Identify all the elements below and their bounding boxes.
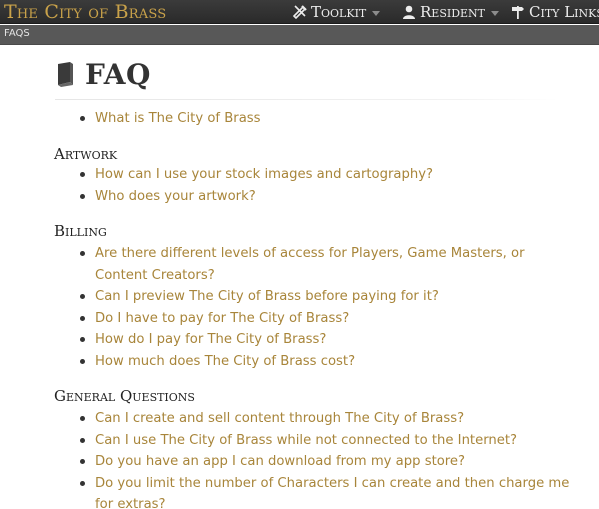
chevron-down-icon <box>491 10 500 16</box>
list-item: How do I pay for The City of Brass? <box>80 329 580 351</box>
nav-city-links-menu[interactable]: City Links <box>510 3 599 21</box>
section-heading-general-questions: General Questions <box>54 387 195 405</box>
top-navbar: The City of Brass Toolkit Resident City … <box>0 0 599 24</box>
list-item: How can I use your stock images and cart… <box>80 164 580 186</box>
nav-resident-menu[interactable]: Resident <box>401 3 500 21</box>
list-item: Can I create and sell content through Th… <box>80 408 580 430</box>
faq-link[interactable]: How do I pay for The City of Brass? <box>95 332 326 347</box>
faq-link[interactable]: Can I create and sell content through Th… <box>95 411 464 426</box>
list-item: Who does your artwork? <box>80 186 580 208</box>
book-icon <box>58 62 73 87</box>
section-heading-billing: Billing <box>54 222 107 240</box>
faq-link[interactable]: Do I have to pay for The City of Brass? <box>95 311 349 326</box>
faq-link[interactable]: Can I use The City of Brass while not co… <box>95 433 517 448</box>
list-item: Can I preview The City of Brass before p… <box>80 286 580 308</box>
list-item: Are there different levels of access for… <box>80 243 580 286</box>
signpost-icon <box>512 6 524 19</box>
section-heading-artwork: Artwork <box>54 145 118 163</box>
list-item: Do you limit the number of Characters I … <box>80 473 580 509</box>
billing-faq-list: Are there different levels of access for… <box>80 243 580 372</box>
nav-toolkit-menu[interactable]: Toolkit <box>292 3 381 21</box>
brand-logo[interactable]: The City of Brass <box>4 1 166 23</box>
faq-link[interactable]: Are there different levels of access for… <box>95 246 525 283</box>
breadcrumb: FAQS <box>0 25 599 45</box>
faq-link[interactable]: Do you limit the number of Characters I … <box>95 476 569 509</box>
nav-city-links-label: City Links <box>529 3 599 21</box>
tools-icon <box>292 5 307 20</box>
chevron-down-icon <box>372 10 381 16</box>
faq-link[interactable]: Who does your artwork? <box>95 189 256 204</box>
faq-link[interactable]: Do you have an app I can download from m… <box>95 454 465 469</box>
general-faq-list: Can I create and sell content through Th… <box>80 408 580 509</box>
nav-resident-label: Resident <box>420 3 486 21</box>
list-item: Do I have to pay for The City of Brass? <box>80 308 580 330</box>
intro-faq-list: What is The City of Brass <box>80 108 580 130</box>
page-title: FAQ <box>85 57 151 91</box>
nav-toolkit-label: Toolkit <box>311 3 367 21</box>
page-header: FAQ <box>55 56 151 92</box>
list-item: How much does The City of Brass cost? <box>80 351 580 373</box>
title-divider <box>55 99 558 100</box>
list-item: Can I use The City of Brass while not co… <box>80 430 580 452</box>
user-icon <box>403 5 415 19</box>
faq-link[interactable]: What is The City of Brass <box>95 111 261 126</box>
faq-link[interactable]: Can I preview The City of Brass before p… <box>95 289 439 304</box>
list-item: Do you have an app I can download from m… <box>80 451 580 473</box>
faq-link[interactable]: How much does The City of Brass cost? <box>95 354 355 369</box>
artwork-faq-list: How can I use your stock images and cart… <box>80 164 580 207</box>
list-item: What is The City of Brass <box>80 108 580 130</box>
breadcrumb-item-faqs[interactable]: FAQS <box>4 28 30 39</box>
faq-link[interactable]: How can I use your stock images and cart… <box>95 167 433 182</box>
